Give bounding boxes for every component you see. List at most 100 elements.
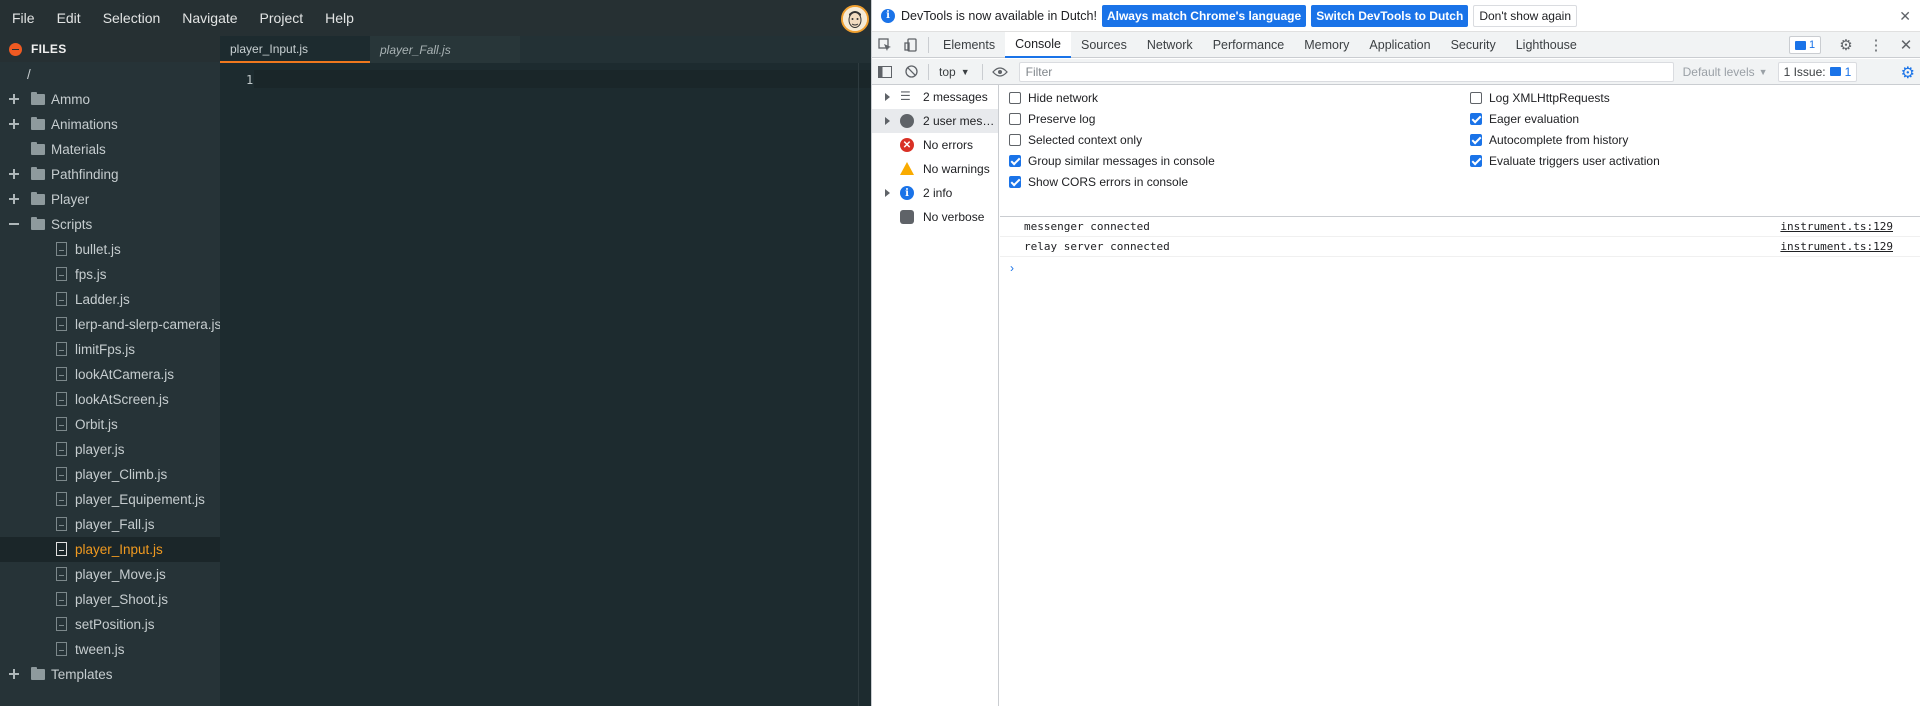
- tab-lighthouse[interactable]: Lighthouse: [1506, 32, 1587, 58]
- checkbox[interactable]: [1009, 155, 1021, 167]
- menu-selection[interactable]: Selection: [97, 10, 167, 26]
- user-avatar[interactable]: [841, 5, 869, 33]
- file-item[interactable]: player_Climb.js: [0, 462, 220, 487]
- console-sidebar-item[interactable]: ✕ No errors: [872, 133, 998, 157]
- expand-arrow-icon[interactable]: [885, 93, 890, 101]
- tab-sources[interactable]: Sources: [1071, 32, 1137, 58]
- file-item[interactable]: player.js: [0, 437, 220, 462]
- checkbox[interactable]: [1470, 134, 1482, 146]
- setting-option[interactable]: Eager evaluation: [1470, 112, 1579, 126]
- folder-item[interactable]: Animations: [0, 112, 220, 137]
- folder-item[interactable]: Materials: [0, 137, 220, 162]
- filter-input[interactable]: Filter: [1018, 61, 1674, 82]
- expand-icon[interactable]: [9, 94, 19, 104]
- device-toolbar-icon[interactable]: [898, 32, 924, 58]
- close-icon[interactable]: ✕: [1899, 8, 1911, 25]
- file-item[interactable]: lookAtScreen.js: [0, 387, 220, 412]
- file-item[interactable]: bullet.js: [0, 237, 220, 262]
- file-item[interactable]: lookAtCamera.js: [0, 362, 220, 387]
- setting-option[interactable]: Evaluate triggers user activation: [1470, 154, 1660, 168]
- console-sidebar-item[interactable]: 2 messages: [872, 85, 998, 109]
- console-sidebar-item[interactable]: No warnings: [872, 157, 998, 181]
- folder-item[interactable]: Ammo: [0, 87, 220, 112]
- match-language-button[interactable]: Always match Chrome's language: [1101, 4, 1307, 27]
- folder-item[interactable]: Player: [0, 187, 220, 212]
- tab-security[interactable]: Security: [1441, 32, 1506, 58]
- file-item[interactable]: lerp-and-slerp-camera.js: [0, 312, 220, 337]
- setting-option[interactable]: Selected context only: [1009, 133, 1142, 147]
- checkbox[interactable]: [1470, 92, 1482, 104]
- setting-option[interactable]: Group similar messages in console: [1009, 154, 1215, 168]
- clear-console-icon[interactable]: [898, 59, 924, 85]
- expand-icon[interactable]: [9, 169, 19, 179]
- show-sidebar-icon[interactable]: [872, 59, 898, 85]
- file-item[interactable]: Orbit.js: [0, 412, 220, 437]
- file-item[interactable]: setPosition.js: [0, 612, 220, 637]
- menu-edit[interactable]: Edit: [51, 10, 87, 26]
- checkbox[interactable]: [1009, 176, 1021, 188]
- console-settings-icon[interactable]: ⚙: [1901, 63, 1915, 83]
- inspect-element-icon[interactable]: [872, 32, 898, 58]
- tab-network[interactable]: Network: [1137, 32, 1203, 58]
- menu-project[interactable]: Project: [254, 10, 310, 26]
- setting-option[interactable]: Preserve log: [1009, 112, 1095, 126]
- message-source-link[interactable]: instrument.ts:129: [1780, 240, 1893, 253]
- file-item[interactable]: player_Input.js: [0, 537, 220, 562]
- console-sidebar-item[interactable]: i 2 info: [872, 181, 998, 205]
- code-line[interactable]: [254, 70, 871, 88]
- tab-console[interactable]: Console: [1005, 31, 1071, 58]
- file-item[interactable]: limitFps.js: [0, 337, 220, 362]
- console-prompt[interactable]: ›: [1010, 261, 1014, 275]
- menu-help[interactable]: Help: [319, 10, 360, 26]
- file-item[interactable]: player_Shoot.js: [0, 587, 220, 612]
- tab-elements[interactable]: Elements: [933, 32, 1005, 58]
- file-item[interactable]: player_Fall.js: [0, 512, 220, 537]
- checkbox[interactable]: [1009, 92, 1021, 104]
- setting-option[interactable]: Show CORS errors in console: [1009, 175, 1188, 189]
- checkbox[interactable]: [1009, 113, 1021, 125]
- file-item[interactable]: Ladder.js: [0, 287, 220, 312]
- tab-performance[interactable]: Performance: [1203, 32, 1295, 58]
- log-levels-dropdown[interactable]: Default levels ▼: [1683, 65, 1768, 79]
- file-item[interactable]: player_Move.js: [0, 562, 220, 587]
- file-item[interactable]: fps.js: [0, 262, 220, 287]
- file-item[interactable]: tween.js: [0, 637, 220, 662]
- checkbox[interactable]: [1470, 155, 1482, 167]
- issues-button[interactable]: 1 Issue: 1: [1777, 61, 1858, 82]
- expand-icon[interactable]: [9, 194, 19, 204]
- folder-item[interactable]: Scripts: [0, 212, 220, 237]
- console-sidebar-item[interactable]: 2 user messages: [872, 109, 998, 133]
- collapse-panel-icon[interactable]: [9, 42, 22, 56]
- setting-option[interactable]: Log XMLHttpRequests: [1470, 91, 1610, 105]
- file-item[interactable]: player_Equipement.js: [0, 487, 220, 512]
- issues-badge[interactable]: 1: [1789, 36, 1821, 54]
- expand-icon[interactable]: [9, 119, 19, 129]
- setting-option[interactable]: Hide network: [1009, 91, 1098, 105]
- message-source-link[interactable]: instrument.ts:129: [1780, 220, 1893, 233]
- tree-root[interactable]: /: [0, 62, 220, 87]
- checkbox[interactable]: [1009, 134, 1021, 146]
- menu-file[interactable]: File: [6, 10, 41, 26]
- expand-arrow-icon[interactable]: [885, 117, 890, 125]
- menu-navigate[interactable]: Navigate: [176, 10, 243, 26]
- close-devtools-icon[interactable]: ✕: [1891, 32, 1920, 58]
- settings-icon[interactable]: ⚙: [1831, 32, 1861, 58]
- collapse-icon[interactable]: [9, 219, 19, 229]
- context-selector[interactable]: top ▼: [933, 65, 978, 79]
- tab-player-input[interactable]: player_Input.js: [220, 36, 370, 63]
- tree-item-label: fps.js: [75, 267, 107, 282]
- setting-option[interactable]: Autocomplete from history: [1470, 133, 1628, 147]
- expand-arrow-icon[interactable]: [885, 189, 890, 197]
- checkbox[interactable]: [1470, 113, 1482, 125]
- folder-item[interactable]: Templates: [0, 662, 220, 687]
- dont-show-again-button[interactable]: Don't show again: [1473, 4, 1577, 27]
- live-expression-eye-icon[interactable]: [987, 59, 1013, 85]
- tab-application[interactable]: Application: [1359, 32, 1440, 58]
- switch-language-button[interactable]: Switch DevTools to Dutch: [1311, 4, 1469, 27]
- console-sidebar-item[interactable]: No verbose: [872, 205, 998, 229]
- folder-item[interactable]: Pathfinding: [0, 162, 220, 187]
- more-options-icon[interactable]: ⋮: [1861, 32, 1891, 58]
- expand-icon[interactable]: [9, 669, 19, 679]
- tab-player-fall[interactable]: player_Fall.js: [370, 36, 520, 63]
- tab-memory[interactable]: Memory: [1294, 32, 1359, 58]
